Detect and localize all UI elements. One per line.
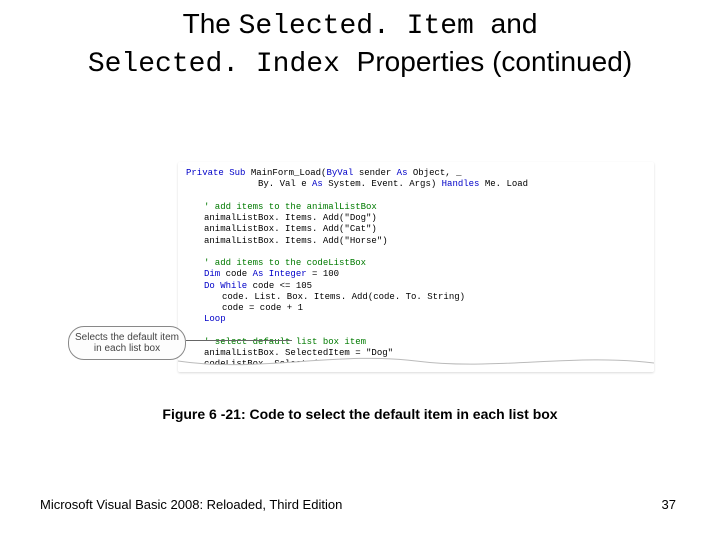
code-kw: ByVal <box>326 168 353 178</box>
code-comment: ' add items to the animalListBox <box>186 202 646 213</box>
code-txt: animalListBox. Items. Add("Dog") <box>186 213 646 224</box>
code-txt: code = code + 1 <box>186 303 646 314</box>
code-txt: By. Val e <box>258 179 312 189</box>
code-kw: As Integer <box>253 269 307 279</box>
footer-book-title: Microsoft Visual Basic 2008: Reloaded, T… <box>40 497 342 512</box>
code-comment: ' select default list box item <box>186 337 646 348</box>
figure-caption: Figure 6 -21: Code to select the default… <box>0 406 720 422</box>
page-title: The Selected. Item and Selected. Index P… <box>0 0 720 82</box>
code-kw: Private Sub <box>186 168 245 178</box>
code-txt: code <box>220 269 252 279</box>
callout-bubble: Selects the default item in each list bo… <box>68 326 186 360</box>
code-txt: sender <box>353 168 396 178</box>
callout-text: Selects the default item in each list bo… <box>75 332 179 355</box>
code-txt: Object, _ <box>407 168 461 178</box>
code-txt: MainForm_Load( <box>245 168 326 178</box>
code-txt: code <= 105 <box>247 281 312 291</box>
code-txt: System. Event. Args) <box>323 179 442 189</box>
title-text-1: The <box>183 8 239 39</box>
callout-leader-line <box>186 340 292 341</box>
code-comment: ' add items to the codeListBox <box>186 258 646 269</box>
code-kw: Loop <box>186 314 646 325</box>
code-kw: Do While <box>204 281 247 291</box>
code-txt: = 100 <box>307 269 339 279</box>
figure: Private Sub MainForm_Load(ByVal sender A… <box>68 156 664 386</box>
title-text-2: and <box>491 8 538 39</box>
code-txt: animalListBox. Items. Add("Horse") <box>186 236 646 247</box>
title-text-3: Properties (continued) <box>357 46 632 77</box>
page-curl <box>178 355 654 372</box>
code-kw: As <box>312 179 323 189</box>
code-txt: Me. Load <box>479 179 528 189</box>
code-kw: Dim <box>204 269 220 279</box>
code-txt: code. List. Box. Items. Add(code. To. St… <box>186 292 646 303</box>
code-kw: As <box>397 168 408 178</box>
page-number: 37 <box>662 497 676 512</box>
title-mono-1: Selected. Item <box>239 11 491 42</box>
code-txt: animalListBox. Items. Add("Cat") <box>186 224 646 235</box>
code-kw: Handles <box>442 179 480 189</box>
title-mono-2: Selected. Index <box>88 49 357 80</box>
slide: The Selected. Item and Selected. Index P… <box>0 0 720 540</box>
